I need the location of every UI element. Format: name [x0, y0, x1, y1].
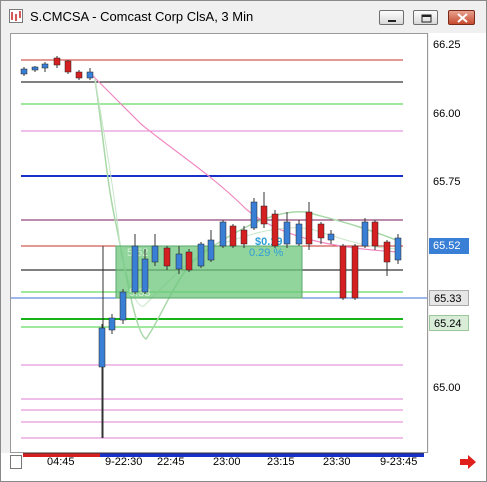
chart-window: S.CMCSA - Comcast Corp ClsA, 3 Min $0.19…: [0, 0, 487, 482]
window-title: S.CMCSA - Comcast Corp ClsA, 3 Min: [30, 9, 254, 24]
candle-body[interactable]: [151, 245, 159, 263]
candle-body[interactable]: [283, 221, 291, 245]
candle-body[interactable]: [295, 223, 303, 245]
time-tick-label: 04:45: [47, 456, 75, 468]
time-tick-label: 23:15: [267, 456, 295, 468]
candle-body[interactable]: [229, 225, 237, 247]
last-price-tag: 65.52: [429, 238, 469, 254]
candle-body[interactable]: [351, 245, 359, 299]
candle-body[interactable]: [163, 247, 171, 267]
restore-icon: [421, 14, 432, 23]
candle-body[interactable]: [371, 221, 379, 247]
candle-body[interactable]: [53, 57, 61, 66]
candle-body[interactable]: [185, 251, 193, 271]
candle-body[interactable]: [339, 245, 347, 299]
minimize-icon: [388, 20, 396, 22]
chart-corner-button[interactable]: [10, 455, 22, 469]
time-tick-label: 9-22:30: [105, 456, 143, 468]
candle-body[interactable]: [75, 71, 83, 79]
candle-body[interactable]: [219, 221, 227, 247]
candle-body[interactable]: [86, 71, 94, 79]
candle-body[interactable]: [240, 229, 248, 245]
close-icon: [457, 13, 468, 23]
price-tick-label: 66.25: [433, 39, 461, 51]
candle-body[interactable]: [394, 237, 402, 261]
candle-body[interactable]: [20, 68, 28, 75]
candle-body[interactable]: [207, 239, 215, 261]
minimize-button[interactable]: [379, 10, 404, 25]
close-button[interactable]: [448, 10, 475, 25]
candle-body[interactable]: [197, 243, 205, 267]
price-tick-label: 66.00: [433, 108, 461, 120]
candle-body[interactable]: [108, 317, 116, 331]
price-tick-label: 65.75: [433, 176, 461, 188]
price-axis[interactable]: 66.25 66.00 65.75 65.50 65.00 65.52 65.3…: [429, 33, 486, 453]
candle-body[interactable]: [141, 258, 149, 293]
measure-percent: 0.29 %: [249, 247, 283, 259]
candle-body[interactable]: [260, 205, 268, 225]
chart-app-icon: [9, 9, 23, 23]
candle-body[interactable]: [271, 213, 279, 247]
candle-body[interactable]: [383, 241, 391, 263]
candle-body[interactable]: [327, 233, 335, 241]
chart-canvas[interactable]: $0.19 0.29 % 5.52 5.33: [11, 34, 428, 453]
candle-body[interactable]: [361, 221, 369, 247]
price-chart-plot[interactable]: $0.19 0.29 % 5.52 5.33: [10, 33, 428, 453]
time-tick-label: 22:45: [157, 456, 185, 468]
time-tick-label: 23:00: [213, 456, 241, 468]
candle-body[interactable]: [41, 63, 49, 69]
candlestick-series[interactable]: [20, 56, 402, 438]
candle-body[interactable]: [175, 253, 183, 270]
candle-body[interactable]: [305, 211, 313, 245]
time-tick-label: 23:30: [323, 456, 351, 468]
candle-body[interactable]: [131, 245, 139, 293]
price-tick-label: 65.00: [433, 382, 461, 394]
candle-body[interactable]: [98, 327, 106, 368]
candle-body[interactable]: [31, 66, 39, 71]
scroll-right-arrow-icon[interactable]: [459, 455, 477, 469]
crosshair-price-tag: 65.33: [429, 290, 469, 306]
time-tick-label: 9-23:45: [380, 456, 418, 468]
candle-body[interactable]: [317, 223, 325, 239]
restore-button[interactable]: [413, 10, 438, 25]
candle-body[interactable]: [64, 60, 72, 73]
candle-body[interactable]: [119, 291, 127, 321]
title-bar[interactable]: S.CMCSA - Comcast Corp ClsA, 3 Min: [1, 1, 486, 29]
candle-body[interactable]: [250, 201, 258, 229]
level-price-tag: 65.24: [429, 315, 469, 331]
